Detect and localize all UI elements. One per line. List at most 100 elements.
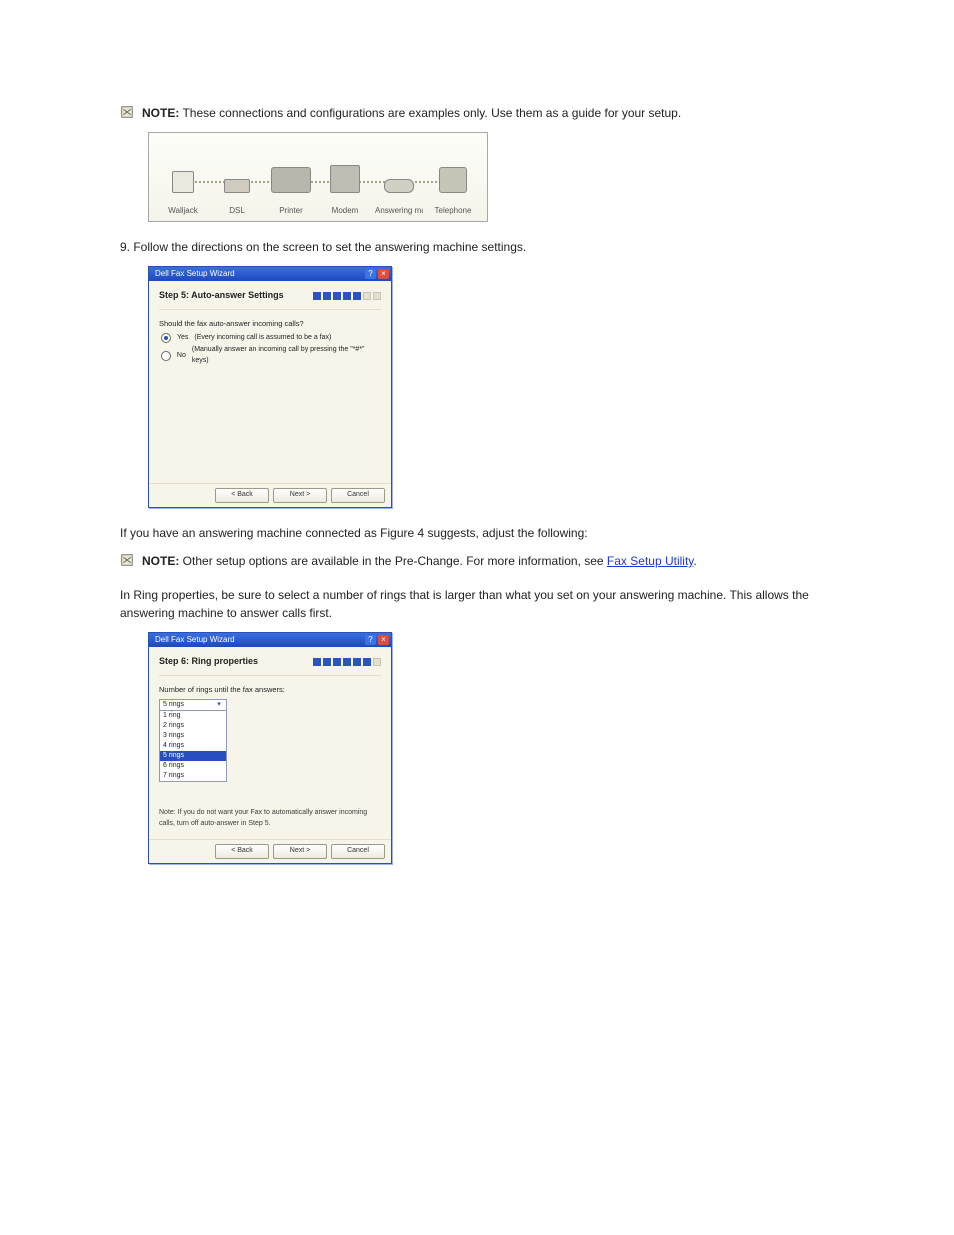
note-body-a: Other setup options are available in the	[179, 554, 394, 568]
progress-box-empty	[363, 292, 371, 300]
progress-indicator	[313, 292, 381, 300]
label-printer: Printer	[267, 205, 315, 217]
close-button[interactable]: ×	[378, 269, 389, 279]
note-body-c: . For more information, see	[460, 554, 607, 568]
close-button[interactable]: ×	[378, 635, 389, 645]
help-button[interactable]: ?	[365, 269, 376, 279]
note-body-b: Pre-Change	[395, 554, 460, 568]
note-text: NOTE: These connections and configuratio…	[142, 104, 681, 122]
progress-box	[363, 658, 371, 666]
combo-value: 5 rings	[163, 700, 184, 711]
back-button[interactable]: < Back	[215, 488, 269, 503]
telephone-icon	[439, 167, 467, 193]
ring-count-question: Number of rings until the fax answers:	[159, 684, 381, 695]
device-dsl	[213, 179, 261, 193]
note-text: NOTE: Other setup options are available …	[142, 552, 697, 570]
device-printer	[267, 167, 315, 193]
label-walljack: Walljack	[159, 205, 207, 217]
progress-indicator	[313, 658, 381, 666]
label-modem: Modem	[321, 205, 369, 217]
device-modem	[321, 165, 369, 193]
radio-no-row[interactable]: No (Manually answer an incoming call by …	[161, 345, 381, 366]
progress-box	[343, 658, 351, 666]
progress-box	[333, 292, 341, 300]
wizard-step6: Dell Fax Setup Wizard ? × Step 6: Ring p…	[148, 632, 392, 864]
progress-box	[323, 658, 331, 666]
window-controls: ? ×	[365, 635, 389, 645]
option-1-ring[interactable]: 1 ring	[160, 711, 226, 721]
back-button[interactable]: < Back	[215, 844, 269, 859]
wizard-step-title: Step 5: Auto-answer Settings	[159, 289, 284, 303]
progress-box-empty	[373, 292, 381, 300]
wizard-body: Step 5: Auto-answer Settings Should the …	[149, 281, 391, 483]
next-button[interactable]: Next >	[273, 488, 327, 503]
progress-box-empty	[373, 658, 381, 666]
window-title: Dell Fax Setup Wizard	[155, 634, 235, 646]
device-answering-machine	[375, 179, 423, 193]
wizard-header: Step 6: Ring properties	[159, 655, 381, 676]
printer-icon	[271, 167, 311, 193]
help-button[interactable]: ?	[365, 635, 376, 645]
label-answering-machine: Answering mac...	[375, 205, 423, 217]
wizard-body: Step 6: Ring properties Number of rings …	[149, 647, 391, 839]
progress-box	[353, 658, 361, 666]
option-2-rings[interactable]: 2 rings	[160, 721, 226, 731]
cancel-button[interactable]: Cancel	[331, 488, 385, 503]
option-5-rings[interactable]: 5 rings	[160, 751, 226, 761]
note-prefix: NOTE:	[142, 554, 179, 568]
wizard-header: Step 5: Auto-answer Settings	[159, 289, 381, 310]
option-3-rings[interactable]: 3 rings	[160, 731, 226, 741]
note-body: These connections and configurations are…	[179, 106, 681, 120]
dsl-icon	[224, 179, 250, 193]
chevron-down-icon: ▾	[214, 700, 224, 711]
progress-box	[313, 658, 321, 666]
wizard-step-title: Step 6: Ring properties	[159, 655, 258, 669]
ring-count-options[interactable]: 1 ring 2 rings 3 rings 4 rings 5 rings 6…	[159, 711, 227, 782]
progress-box	[343, 292, 351, 300]
fax-setup-utility-link[interactable]: Fax Setup Utility	[607, 554, 693, 568]
radio-yes-row[interactable]: Yes (Every incoming call is assumed to b…	[161, 333, 381, 344]
step5-instruction: If you have an answering machine connect…	[120, 524, 834, 542]
connection-diagram: Walljack DSL Printer Modem Answering mac…	[148, 132, 488, 222]
radio-yes[interactable]	[161, 333, 171, 343]
option-4-rings[interactable]: 4 rings	[160, 741, 226, 751]
radio-no[interactable]	[161, 351, 171, 361]
radio-yes-hint: (Every incoming call is assumed to be a …	[194, 333, 331, 344]
radio-no-hint: (Manually answer an incoming call by pre…	[192, 345, 381, 366]
window-title: Dell Fax Setup Wizard	[155, 268, 235, 280]
modem-icon	[330, 165, 360, 193]
wizard-footer: < Back Next > Cancel	[149, 839, 391, 863]
note-icon	[120, 105, 134, 119]
device-telephone	[429, 167, 477, 193]
radio-no-label: No	[177, 351, 186, 362]
progress-box	[353, 292, 361, 300]
ring-count-combo[interactable]: 5 rings ▾	[159, 699, 227, 711]
progress-box	[313, 292, 321, 300]
note-body-d: .	[693, 554, 696, 568]
progress-box	[333, 658, 341, 666]
diagram-labels: Walljack DSL Printer Modem Answering mac…	[159, 205, 477, 217]
next-button[interactable]: Next >	[273, 844, 327, 859]
option-7-rings[interactable]: 7 rings	[160, 771, 226, 781]
device-walljack	[159, 171, 207, 193]
progress-box	[323, 292, 331, 300]
between-steps-text: In Ring properties, be sure to select a …	[120, 586, 834, 622]
note-prechange: NOTE: Other setup options are available …	[120, 552, 834, 570]
auto-answer-question: Should the fax auto-answer incoming call…	[159, 318, 381, 329]
walljack-icon	[172, 171, 194, 193]
step-9-text: 9. Follow the directions on the screen t…	[120, 238, 834, 256]
diagram-devices	[159, 143, 477, 193]
radio-yes-label: Yes	[177, 333, 188, 344]
note-diagram: NOTE: These connections and configuratio…	[120, 104, 834, 122]
wizard-step5: Dell Fax Setup Wizard ? × Step 5: Auto-a…	[148, 266, 392, 508]
window-titlebar: Dell Fax Setup Wizard ? ×	[149, 267, 391, 281]
answering-machine-icon	[384, 179, 414, 193]
step6-note: Note: If you do not want your Fax to aut…	[159, 808, 381, 829]
window-titlebar: Dell Fax Setup Wizard ? ×	[149, 633, 391, 647]
label-telephone: Telephone	[429, 205, 477, 217]
option-6-rings[interactable]: 6 rings	[160, 761, 226, 771]
cancel-button[interactable]: Cancel	[331, 844, 385, 859]
wizard-footer: < Back Next > Cancel	[149, 483, 391, 507]
window-controls: ? ×	[365, 269, 389, 279]
label-dsl: DSL	[213, 205, 261, 217]
